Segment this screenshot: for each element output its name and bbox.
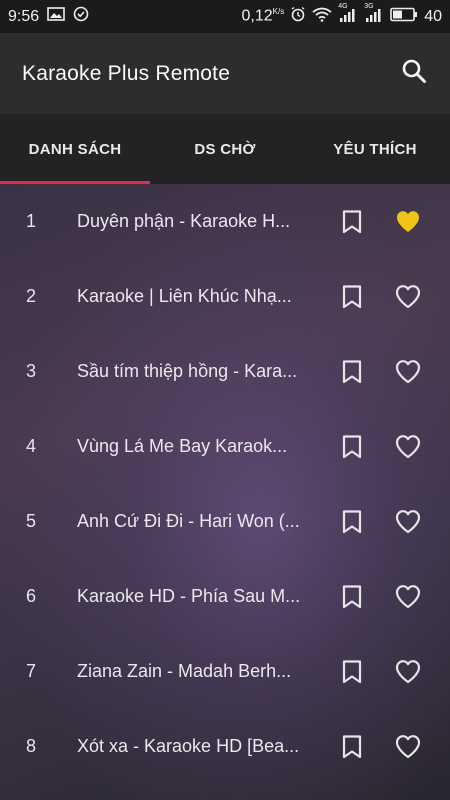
song-number: 7 bbox=[26, 661, 37, 681]
app-bar: Karaoke Plus Remote bbox=[0, 33, 450, 114]
bookmark-icon[interactable] bbox=[338, 283, 366, 311]
status-time: 9:56 bbox=[8, 7, 40, 25]
bookmark-icon[interactable] bbox=[338, 433, 366, 461]
song-number: 4 bbox=[26, 436, 37, 456]
battery-icon bbox=[390, 7, 418, 27]
heart-outline-icon[interactable] bbox=[391, 732, 425, 762]
tab-yeu-thich[interactable]: YÊU THÍCH bbox=[300, 114, 450, 184]
tab-danh-sach[interactable]: DANH SÁCH bbox=[0, 114, 150, 184]
heart-outline-icon[interactable] bbox=[391, 507, 425, 537]
heart-outline-icon[interactable] bbox=[391, 432, 425, 462]
song-title: Duyên phận - Karaoke H... bbox=[77, 211, 291, 231]
network-speed-value: 0,12 bbox=[241, 7, 273, 25]
search-button[interactable] bbox=[398, 58, 430, 90]
song-row[interactable]: 5 Anh Cứ Đi Đi - Hari Won (... bbox=[0, 484, 450, 559]
song-row[interactable]: 4 Vùng Lá Me Bay Karaok... bbox=[0, 409, 450, 484]
song-row[interactable]: 8 Xót xa - Karaoke HD [Bea... bbox=[0, 709, 450, 784]
network-speed: 0,12K/s bbox=[242, 7, 285, 25]
tab-ds-cho[interactable]: DS CHỜ bbox=[150, 114, 300, 184]
heart-outline-icon[interactable] bbox=[391, 582, 425, 612]
network-b-label: 3G bbox=[364, 2, 374, 10]
song-number: 1 bbox=[26, 211, 37, 231]
status-bar: 9:56 0,12K/s 4G 3G 40 bbox=[0, 0, 450, 33]
signal-3g-icon: 3G bbox=[364, 3, 384, 27]
song-number: 8 bbox=[26, 736, 37, 756]
heart-outline-icon[interactable] bbox=[391, 657, 425, 687]
song-list: 1 Duyên phận - Karaoke H... 2 Karaoke | Liê… bbox=[0, 184, 450, 800]
song-title: Vùng Lá Me Bay Karaok... bbox=[77, 436, 288, 456]
status-right: 0,12K/s 4G 3G 40 bbox=[242, 3, 443, 27]
heart-outline-icon[interactable] bbox=[391, 357, 425, 387]
bookmark-icon[interactable] bbox=[338, 583, 366, 611]
song-number: 5 bbox=[26, 511, 37, 531]
heart-outline-icon[interactable] bbox=[391, 282, 425, 312]
song-title: Karaoke | Liên Khúc Nhạ... bbox=[77, 286, 292, 306]
song-row[interactable]: 6 Karaoke HD - Phía Sau M... bbox=[0, 559, 450, 634]
search-icon bbox=[401, 58, 427, 89]
song-row[interactable]: 7 Ziana Zain - Madah Berh... bbox=[0, 634, 450, 709]
song-title: Karaoke HD - Phía Sau M... bbox=[77, 586, 301, 606]
song-row[interactable]: 3 Sầu tím thiệp hồng - Kara... bbox=[0, 334, 450, 409]
song-title: Sầu tím thiệp hồng - Kara... bbox=[77, 361, 298, 381]
bookmark-icon[interactable] bbox=[338, 658, 366, 686]
bookmark-icon[interactable] bbox=[338, 208, 366, 236]
image-notification-icon bbox=[47, 7, 65, 26]
bookmark-icon[interactable] bbox=[338, 733, 366, 761]
network-speed-unit: K/s bbox=[272, 7, 285, 17]
signal-4g-icon: 4G bbox=[338, 3, 358, 27]
song-title: Xót xa - Karaoke HD [Bea... bbox=[77, 736, 300, 756]
song-number: 6 bbox=[26, 586, 37, 606]
song-number: 3 bbox=[26, 361, 37, 381]
bookmark-icon[interactable] bbox=[338, 508, 366, 536]
app-title: Karaoke Plus Remote bbox=[22, 61, 231, 85]
song-number: 2 bbox=[26, 286, 37, 306]
battery-level: 40 bbox=[424, 7, 442, 25]
heart-filled-icon[interactable] bbox=[391, 207, 425, 237]
song-title: Ziana Zain - Madah Berh... bbox=[77, 661, 292, 681]
song-title: Anh Cứ Đi Đi - Hari Won (... bbox=[77, 511, 300, 531]
wifi-icon bbox=[312, 7, 332, 27]
network-a-label: 4G bbox=[338, 2, 348, 10]
tab-bar: DANH SÁCH DS CHỜ YÊU THÍCH bbox=[0, 114, 450, 184]
alarm-icon bbox=[290, 6, 306, 27]
status-left: 9:56 bbox=[8, 6, 89, 27]
bookmark-icon[interactable] bbox=[338, 358, 366, 386]
song-row[interactable]: 1 Duyên phận - Karaoke H... bbox=[0, 184, 450, 259]
check-circle-icon bbox=[73, 6, 89, 27]
song-row[interactable]: 2 Karaoke | Liên Khúc Nhạ... bbox=[0, 259, 450, 334]
